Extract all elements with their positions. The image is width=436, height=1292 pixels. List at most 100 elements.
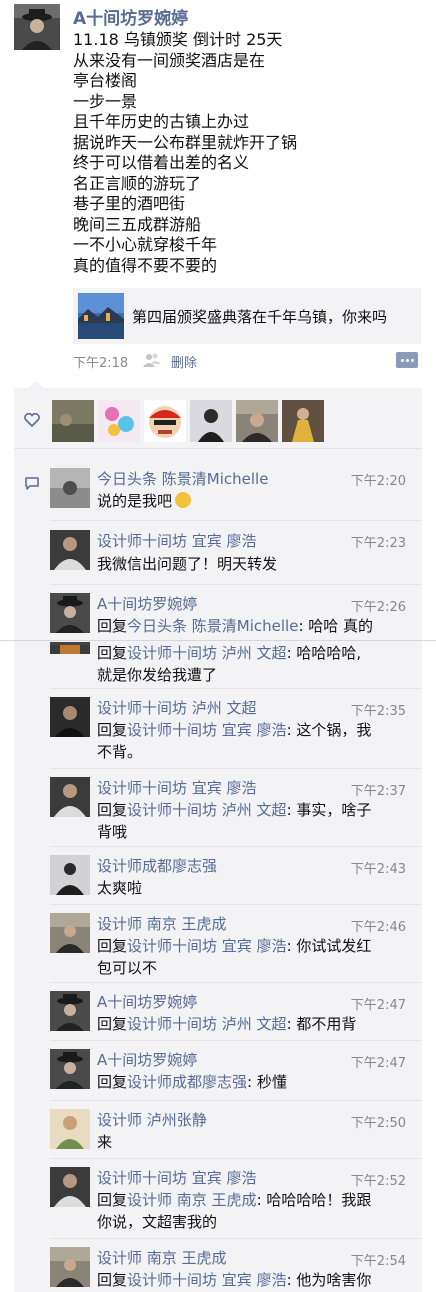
more-dots-icon[interactable] — [396, 352, 418, 368]
commenter-name[interactable]: A十间坊罗婉婷 — [97, 1049, 197, 1070]
comment-divider — [50, 904, 422, 905]
commenter-name[interactable]: 设计师十间坊 泸州 文超 — [97, 697, 257, 718]
comment-divider — [50, 1040, 422, 1041]
comment-text: 回复设计师十间坊 宜宾 廖浩: 这个锅，我 不背。 — [97, 719, 415, 763]
commenter-avatar[interactable] — [50, 1167, 90, 1207]
comment-body-cont: 不背。 — [97, 743, 143, 761]
liker-avatar[interactable] — [282, 400, 324, 442]
more-dot — [406, 359, 409, 362]
comment-time: 下午2:50 — [350, 1116, 406, 1131]
post-line: 据说昨天一公布群里就炸开了锅 — [73, 132, 298, 152]
commenter-name[interactable]: 设计师 南京 王虎成 — [97, 1247, 227, 1268]
commenter-avatar[interactable] — [50, 855, 90, 895]
reply-target-name[interactable]: 设计师十间坊 泸州 文超 — [127, 644, 287, 662]
shared-link-card[interactable]: 第四届颁奖盛典落在千年乌镇，你来吗 — [73, 288, 421, 344]
reply-prefix: 回复 — [97, 1073, 128, 1091]
comment-time: 下午2:35 — [350, 704, 406, 719]
comment-time: 下午2:26 — [350, 600, 406, 615]
post-line: 且千年历史的古镇上办过 — [73, 112, 250, 131]
comment-body: : 哈哈哈哈！我跟 — [256, 1191, 372, 1209]
comment-body-cont: 背哦 — [97, 823, 128, 841]
reply-prefix: 回复 — [97, 617, 128, 635]
reply-prefix: 回复 — [97, 937, 128, 955]
commenter-avatar[interactable] — [50, 530, 90, 570]
post-line: 一不小心就穿梭千年 — [73, 235, 218, 254]
comment-text: 太爽啦 — [97, 879, 143, 897]
commenter-name[interactable]: 今日头条 陈景清Michelle — [97, 468, 268, 489]
commenter-avatar[interactable] — [50, 1049, 90, 1089]
comment-body: : 哈哈哈哈, — [286, 644, 362, 662]
commenter-avatar[interactable] — [50, 642, 90, 654]
comment-body: : 他为啥害你 — [286, 1271, 372, 1289]
commenter-avatar[interactable] — [50, 697, 90, 737]
commenter-avatar[interactable] — [50, 468, 90, 508]
liker-avatar[interactable] — [52, 400, 94, 442]
author-avatar[interactable] — [14, 4, 60, 50]
comment-body: : 这个锅，我 — [286, 721, 372, 739]
people-icon[interactable] — [143, 352, 161, 368]
comment-divider — [50, 688, 422, 689]
comment-text: 来 — [97, 1133, 113, 1151]
comment-text: 回复设计师十间坊 泸州 文超: 都不用背 — [97, 1013, 415, 1035]
comment-divider — [50, 846, 422, 847]
post-line: 名正言顺的游玩了 — [73, 173, 202, 193]
commenter-avatar[interactable] — [50, 1109, 90, 1149]
reply-target-name[interactable]: 设计师十间坊 宜宾 廖浩 — [127, 937, 287, 955]
post-line: 终于可以借着出差的名义 — [73, 153, 250, 172]
commenter-avatar[interactable] — [50, 777, 90, 817]
photo-seam — [0, 640, 436, 641]
comment-body: : 都不用背 — [286, 1015, 357, 1033]
liker-avatar[interactable] — [144, 400, 186, 442]
comment-bubble-icon — [24, 476, 40, 490]
comment-time: 下午2:54 — [350, 1254, 406, 1269]
comment-time: 下午2:47 — [350, 1056, 406, 1071]
commenter-name[interactable]: A十间坊罗婉婷 — [97, 593, 197, 614]
commenter-avatar[interactable] — [50, 593, 90, 633]
commenter-name[interactable]: 设计师 泸州张静 — [97, 1109, 207, 1130]
commenter-name[interactable]: 设计师十间坊 宜宾 廖浩 — [97, 777, 257, 798]
comment-divider — [50, 520, 422, 521]
commenter-name[interactable]: 设计师成都廖志强 — [97, 855, 217, 876]
reply-target-name[interactable]: 设计师十间坊 泸州 文超 — [127, 801, 287, 819]
panel-caret — [28, 381, 44, 388]
comment-text: 回复设计师十间坊 宜宾 廖浩: 他为啥害你 — [97, 1269, 415, 1291]
comment-text: 回复设计师十间坊 泸州 文超: 哈哈哈哈, 就是你发给我遭了 — [97, 642, 415, 686]
commenter-name[interactable]: A十间坊罗婉婷 — [97, 991, 197, 1012]
commenter-name[interactable]: 设计师十间坊 宜宾 廖浩 — [97, 530, 257, 551]
liker-avatar[interactable] — [98, 400, 140, 442]
comment-divider — [50, 1238, 422, 1239]
reply-prefix: 回复 — [97, 1191, 128, 1209]
commenter-avatar[interactable] — [50, 991, 90, 1031]
comment-body: : 哈哈 真的 — [298, 617, 374, 635]
comment-body: : 事实，啥子 — [286, 801, 372, 819]
comment-time: 下午2:52 — [350, 1174, 406, 1189]
comment-body: : 秒懂 — [247, 1073, 287, 1091]
liker-avatar[interactable] — [236, 400, 278, 442]
author-name[interactable]: A十间坊罗婉婷 — [73, 4, 188, 29]
comment-time: 下午2:43 — [350, 862, 406, 877]
reply-target-name[interactable]: 设计师十间坊 宜宾 廖浩 — [127, 1271, 287, 1289]
delete-link[interactable]: 删除 — [171, 352, 197, 371]
comment-text: 回复设计师 南京 王虎成: 哈哈哈哈！我跟你说，文超害我的 — [97, 1189, 415, 1233]
post-line: 11.18 乌镇颁奖 倒计时 25天 — [73, 30, 283, 49]
comment-body-cont: 你说，文超害我的 — [97, 1213, 218, 1231]
commenter-avatar[interactable] — [50, 1247, 90, 1287]
post-line: 真的值得不要不要的 — [73, 255, 218, 275]
liker-avatar[interactable] — [190, 400, 232, 442]
commenter-name[interactable]: 设计师十间坊 宜宾 廖浩 — [97, 1167, 257, 1188]
post-line: 一步一景 — [73, 91, 138, 111]
shared-link-title: 第四届颁奖盛典落在千年乌镇，你来吗 — [132, 308, 388, 326]
commenter-name[interactable]: 设计师 南京 王虎成 — [97, 913, 227, 934]
reply-target-name[interactable]: 设计师 南京 王虎成 — [127, 1191, 257, 1209]
reply-target-name[interactable]: 设计师成都廖志强 — [127, 1073, 247, 1091]
reply-target-name[interactable]: 设计师十间坊 宜宾 廖浩 — [127, 721, 287, 739]
reply-target-name[interactable]: 设计师十间坊 泸州 文超 — [127, 1015, 287, 1033]
comment-divider — [50, 584, 422, 585]
comment-divider — [50, 768, 422, 769]
comment-divider — [50, 1158, 422, 1159]
comment-time: 下午2:37 — [350, 784, 406, 799]
shared-link-thumbnail — [78, 293, 124, 339]
commenter-avatar[interactable] — [50, 913, 90, 953]
reply-target-name[interactable]: 今日头条 陈景清Michelle — [127, 617, 298, 635]
comment-text: 回复设计师十间坊 宜宾 廖浩: 你试试发红 包可以不 — [97, 935, 415, 979]
